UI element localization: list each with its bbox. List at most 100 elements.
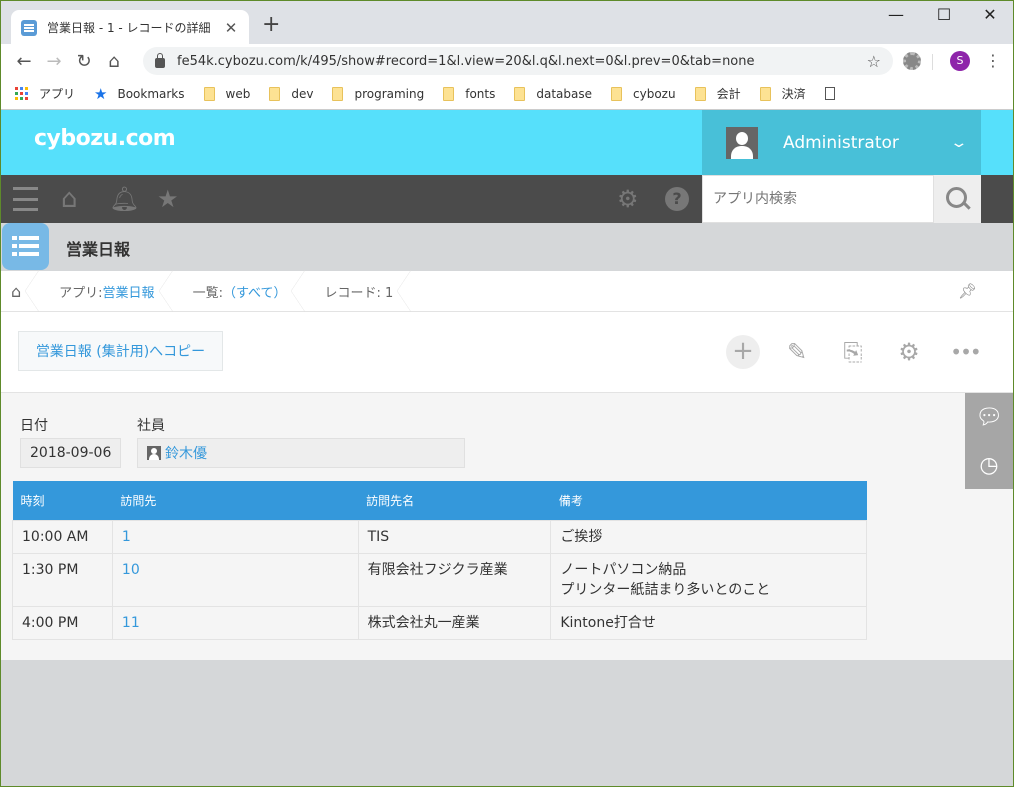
app-title: 営業日報 — [66, 240, 131, 259]
hamburger-menu-icon[interactable] — [13, 187, 38, 211]
employee-link[interactable]: 鈴木優 — [165, 443, 207, 463]
bookmark-label: 決済 — [781, 87, 806, 101]
close-tab-icon[interactable]: ✕ — [223, 19, 239, 37]
app-list-icon[interactable] — [2, 223, 49, 270]
cybozu-logo[interactable]: cybozu.com — [34, 126, 176, 151]
folder-icon — [759, 86, 771, 101]
date-field-value: 2018-09-06 — [20, 438, 121, 468]
history-icon[interactable]: ◷ — [965, 441, 1013, 489]
table-row: 10:00 AM 1 TIS ご挨拶 — [12, 519, 867, 554]
table-row: 1:30 PM 10 有限会社フジクラ産業 ノートパソコン納品 プリンター紙詰ま… — [12, 552, 867, 607]
visit-id-link[interactable]: 11 — [122, 615, 140, 631]
toolbar-divider — [932, 54, 933, 70]
record-content: 💬︎ ◷ 日付 2018-09-06 社員 鈴木優 時刻 訪問先 訪問先名 備考… — [1, 393, 1013, 660]
url-text[interactable]: fe54k.cybozu.com/k/495/show#record=1&l.v… — [177, 54, 867, 69]
bookmark-folder-accounting[interactable]: 会計 — [694, 85, 741, 102]
bookmark-folder-programing[interactable]: programing — [332, 86, 425, 101]
breadcrumb-app-link[interactable]: 営業日報 — [103, 282, 155, 301]
app-bar: 営業日報 — [1, 223, 1013, 271]
add-record-icon[interactable]: + — [726, 335, 760, 369]
address-bar[interactable]: fe54k.cybozu.com/k/495/show#record=1&l.v… — [143, 47, 893, 75]
maximize-button[interactable]: ☐ — [921, 5, 967, 24]
cell-visit-name: 有限会社フジクラ産業 — [357, 552, 552, 607]
folder-icon — [694, 86, 706, 101]
date-value: 2018-09-06 — [30, 445, 112, 461]
reload-icon[interactable]: ↻ — [69, 51, 99, 72]
new-tab-button[interactable]: + — [262, 14, 280, 36]
app-favicon-icon — [21, 19, 37, 36]
search-icon[interactable] — [934, 175, 981, 223]
bookmark-page[interactable] — [824, 87, 835, 100]
user-menu[interactable]: Administrator ⌄ — [702, 110, 981, 175]
column-header-note: 備考 — [550, 481, 867, 520]
bookmark-folder-settlement[interactable]: 決済 — [759, 85, 806, 102]
bookmark-folder-web[interactable]: web — [203, 86, 251, 101]
note-line: プリンター紙詰まり多いとのこと — [560, 581, 771, 598]
table-header-row: 時刻 訪問先 訪問先名 備考 — [12, 481, 867, 520]
folder-icon — [611, 86, 623, 101]
bookmark-apps[interactable]: アプリ — [15, 85, 75, 102]
help-icon[interactable]: ? — [665, 187, 689, 211]
favorites-star-icon[interactable]: ★ — [157, 186, 179, 212]
bookmark-label: dev — [291, 86, 314, 101]
duplicate-record-icon[interactable]: ⎘ — [836, 335, 870, 369]
note-line: ノートパソコン納品 — [560, 561, 687, 578]
breadcrumb-view-link[interactable]: （すべて） — [223, 282, 287, 301]
user-avatar-icon — [726, 126, 758, 159]
more-options-icon[interactable]: ••• — [948, 335, 982, 369]
cell-note: Kintone打合せ — [550, 605, 867, 640]
date-field-label: 日付 — [20, 418, 48, 434]
browser-tab[interactable]: 営業日報 - 1 - レコードの詳細 ✕ — [11, 10, 249, 45]
breadcrumb-home[interactable]: ⌂ — [1, 269, 40, 312]
extension-icon[interactable] — [903, 52, 921, 70]
profile-avatar[interactable]: S — [950, 51, 970, 71]
visit-id-link[interactable]: 10 — [122, 562, 140, 578]
app-settings-gear-icon[interactable]: ⚙ — [892, 335, 926, 369]
chevron-down-icon: ⌄ — [949, 134, 969, 151]
cell-visit-id: 10 — [111, 552, 359, 607]
bookmark-folder-dev[interactable]: dev — [269, 86, 314, 101]
settings-gear-icon[interactable]: ⚙ — [617, 186, 639, 212]
home-icon[interactable]: ⌂ — [61, 186, 78, 212]
breadcrumb-view-prefix: 一覧: — [192, 285, 223, 301]
app-search-input[interactable] — [702, 175, 934, 223]
bookmark-star-icon[interactable]: ☆ — [867, 52, 881, 71]
bookmark-folder-fonts[interactable]: fonts — [443, 86, 496, 101]
bookmark-label: fonts — [465, 86, 496, 101]
bookmark-bookmarks[interactable]: ★ Bookmarks — [94, 85, 185, 103]
bookmark-label: programing — [354, 86, 425, 101]
breadcrumb: ⌂ アプリ: 営業日報 一覧: （すべて） レコード: 1 📌︎ — [1, 269, 1013, 312]
bookmark-label: web — [225, 86, 251, 101]
visits-table: 時刻 訪問先 訪問先名 備考 10:00 AM 1 TIS ご挨拶 1:30 P… — [12, 481, 867, 640]
minimize-button[interactable]: — — [873, 5, 919, 24]
comment-icon[interactable]: 💬︎ — [965, 393, 1013, 441]
home-icon[interactable]: ⌂ — [99, 51, 129, 72]
forward-icon[interactable]: → — [39, 51, 69, 72]
column-header-time: 時刻 — [12, 481, 113, 520]
bell-icon[interactable]: 🔔︎ — [109, 186, 139, 212]
window-close-button[interactable]: ✕ — [967, 5, 1013, 24]
cell-visit-name: TIS — [357, 519, 552, 554]
tab-title: 営業日報 - 1 - レコードの詳細 — [47, 21, 211, 35]
menu-kebab-icon[interactable]: ⋮ — [985, 50, 1001, 72]
bookmark-folder-database[interactable]: database — [514, 86, 592, 101]
pin-icon[interactable]: 📌︎ — [958, 282, 977, 300]
bookmark-folder-cybozu[interactable]: cybozu — [611, 86, 676, 101]
note-line: Kintone打合せ — [560, 614, 656, 631]
page-icon — [824, 87, 835, 100]
bookmark-label: cybozu — [633, 86, 676, 101]
bookmark-label: アプリ — [39, 87, 76, 101]
bookmark-label: Bookmarks — [117, 86, 185, 101]
folder-icon — [269, 86, 281, 101]
breadcrumb-record: レコード: 1 — [305, 269, 412, 312]
back-icon[interactable]: ← — [9, 51, 39, 72]
folder-icon — [332, 86, 344, 101]
folder-icon — [443, 86, 455, 101]
copy-to-app-button[interactable]: 営業日報 (集計用)へコピー — [18, 331, 223, 371]
breadcrumb-view: 一覧: （すべて） — [173, 269, 305, 312]
visit-id-link[interactable]: 1 — [122, 529, 131, 545]
cybozu-header: cybozu.com Administrator ⌄ — [1, 110, 1013, 175]
edit-record-icon[interactable]: ✎ — [780, 335, 814, 369]
breadcrumb-app: アプリ: 営業日報 — [39, 269, 173, 312]
side-tools: 💬︎ ◷ — [965, 393, 1013, 489]
